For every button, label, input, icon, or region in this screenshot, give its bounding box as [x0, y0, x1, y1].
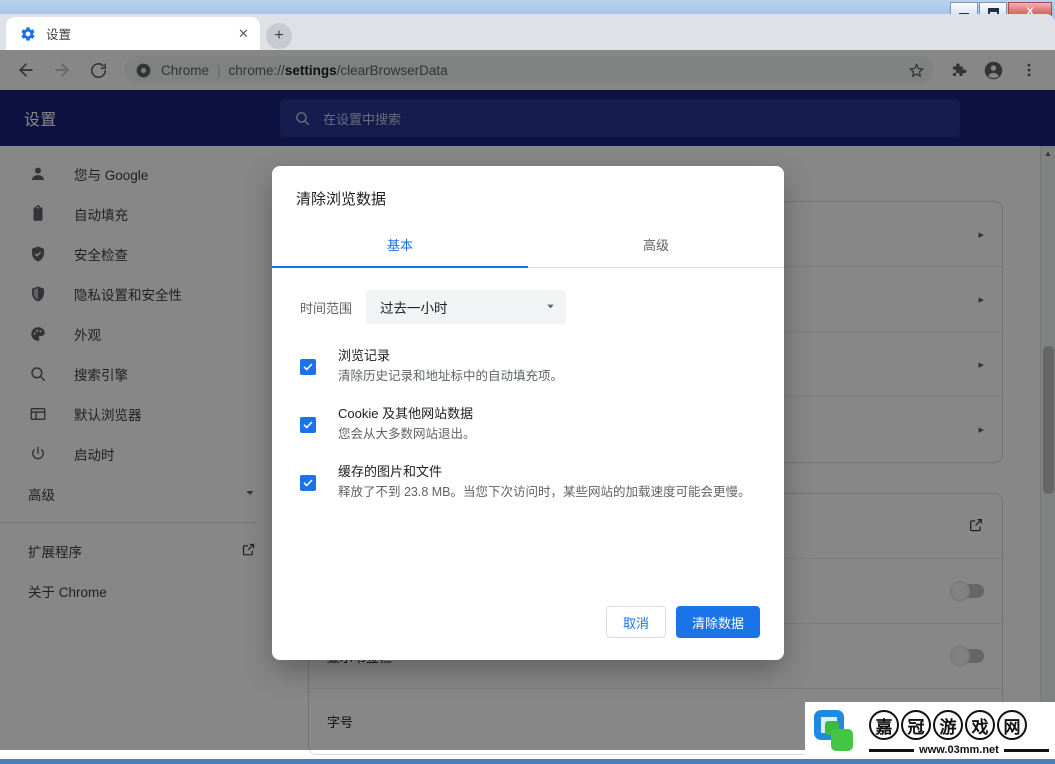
watermark-char: 游: [933, 710, 963, 740]
watermark-char: 冠: [901, 710, 931, 740]
dialog-footer: 取消 清除数据: [272, 606, 784, 660]
dialog-title: 清除浏览数据: [296, 191, 387, 208]
watermark-url: www.03mm.net: [919, 744, 999, 756]
tab-title: 设置: [46, 28, 72, 42]
watermark-overlay: 嘉 冠 游 戏 网 www.03mm.net: [805, 702, 1055, 764]
option-description: 清除历史记录和地址标中的自动填充项。: [338, 369, 564, 383]
watermark-char: 戏: [965, 710, 995, 740]
chevron-down-icon: [545, 301, 556, 314]
time-range-select[interactable]: 过去一小时: [366, 290, 567, 324]
taskbar-strip: [0, 759, 1055, 764]
dialog-tabs: 基本 高级: [272, 223, 784, 268]
watermark-chars: 嘉 冠 游 戏 网: [869, 710, 1049, 740]
tab-strip: 设置 ✕ +: [0, 14, 1055, 50]
screenshot-root: X 设置 ✕ + Chrome | chrome://settings/clea…: [0, 0, 1055, 764]
dialog-body: 时间范围 过去一小时 浏览记录 清除历史记录和地址标中的自动填充项。 Cooki…: [272, 268, 784, 606]
option-cookies-and-site-data[interactable]: Cookie 及其他网站数据 您会从大多数网站退出。: [300, 404, 760, 444]
option-label: Cookie 及其他网站数据: [338, 406, 474, 421]
tab-basic[interactable]: 基本: [272, 223, 528, 267]
option-cached-images-and-files[interactable]: 缓存的图片和文件 释放了不到 23.8 MB。当您下次访问时，某些网站的加载速度…: [300, 462, 760, 502]
watermark-text: 嘉 冠 游 戏 网 www.03mm.net: [863, 710, 1050, 756]
checkbox-checked[interactable]: [300, 475, 316, 491]
clear-browsing-data-dialog: 清除浏览数据 基本 高级 时间范围 过去一小时 浏览记录 清除历史记录和地址标中…: [272, 166, 784, 660]
watermark-rule-left: [869, 748, 915, 752]
time-range-label: 时间范围: [300, 300, 353, 316]
watermark-char: 网: [997, 710, 1027, 740]
option-text: Cookie 及其他网站数据 您会从大多数网站退出。: [338, 404, 476, 444]
option-browsing-history[interactable]: 浏览记录 清除历史记录和地址标中的自动填充项。: [300, 346, 760, 386]
watermark-logo-icon: [811, 707, 863, 759]
browser-tab-settings[interactable]: 设置 ✕: [6, 17, 260, 50]
tab-advanced[interactable]: 高级: [528, 223, 784, 267]
checkbox-checked[interactable]: [300, 417, 316, 433]
checkbox-checked[interactable]: [300, 359, 316, 375]
option-description: 您会从大多数网站退出。: [338, 427, 476, 441]
time-range-row: 时间范围 过去一小时: [300, 290, 760, 324]
gear-icon: [20, 26, 36, 42]
tab-active-underline: [272, 266, 528, 268]
time-range-value: 过去一小时: [380, 301, 448, 316]
option-label: 浏览记录: [338, 348, 391, 363]
cancel-button[interactable]: 取消: [605, 606, 666, 638]
watermark-url-row: www.03mm.net: [869, 744, 1050, 756]
option-description: 释放了不到 23.8 MB。当您下次访问时，某些网站的加载速度可能会更慢。: [338, 485, 751, 499]
watermark-char: 嘉: [869, 710, 899, 740]
watermark-rule-right: [1003, 748, 1050, 752]
tab-close-icon[interactable]: ✕: [235, 25, 252, 42]
option-text: 缓存的图片和文件 释放了不到 23.8 MB。当您下次访问时，某些网站的加载速度…: [338, 462, 751, 502]
plus-icon: +: [274, 27, 284, 44]
option-text: 浏览记录 清除历史记录和地址标中的自动填充项。: [338, 346, 563, 386]
new-tab-button[interactable]: +: [266, 23, 292, 49]
clear-data-button[interactable]: 清除数据: [675, 606, 760, 638]
option-label: 缓存的图片和文件: [338, 464, 443, 479]
